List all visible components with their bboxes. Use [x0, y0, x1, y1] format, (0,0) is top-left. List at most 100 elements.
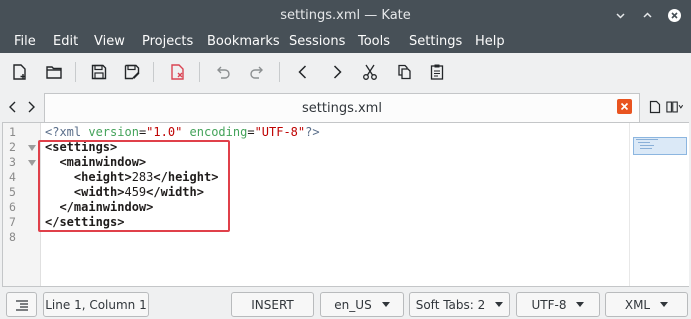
minimize-icon: [616, 13, 625, 19]
next-tab-button[interactable]: [23, 97, 39, 117]
editor-view[interactable]: 1 2 3 4 5 6 7 8 <?xml version = "1.0" enco…: [2, 122, 689, 287]
xml-text: 283: [131, 170, 154, 184]
menu-view[interactable]: View: [94, 34, 125, 49]
forward-button[interactable]: [326, 61, 348, 83]
redo-button[interactable]: [246, 61, 268, 83]
undo-button[interactable]: [212, 61, 234, 83]
dictionary-select[interactable]: en_US: [320, 292, 404, 317]
xml-tag: <width>: [73, 185, 125, 199]
code-line-2: <settings>: [45, 140, 117, 155]
code-line-3: <mainwindow>: [45, 155, 146, 170]
new-document-button[interactable]: [9, 61, 31, 83]
menu-bar: File Edit View Projects Bookmarks Sessio…: [0, 31, 691, 53]
redo-icon: [250, 66, 263, 79]
menu-settings[interactable]: Settings: [409, 34, 462, 49]
back-icon: [298, 65, 307, 79]
sidebar-toggle-button[interactable]: [6, 292, 37, 317]
chevron-down-icon: [660, 302, 669, 307]
new-document-icon: [13, 64, 26, 80]
sidebar-toggle-icon: [15, 299, 28, 311]
dictionary-value: en_US: [334, 297, 372, 312]
encoding-select[interactable]: UTF-8: [516, 292, 600, 317]
menu-help[interactable]: Help: [475, 34, 505, 49]
copy-button[interactable]: [393, 61, 415, 83]
xml-tag: <settings>: [45, 140, 118, 154]
xml-text: 459: [124, 185, 147, 199]
save-icon: [91, 64, 107, 80]
line-number: 1: [9, 125, 16, 139]
new-tab-button[interactable]: [646, 98, 664, 116]
xml-declaration-close: ?>: [305, 125, 320, 139]
save-as-button[interactable]: [121, 61, 143, 83]
menu-sessions[interactable]: Sessions: [289, 34, 345, 49]
attribute-name: version: [88, 125, 139, 139]
minimap-line: [638, 142, 650, 143]
maximize-button[interactable]: [641, 9, 654, 22]
close-document-button[interactable]: [167, 61, 189, 83]
xml-tag: </height>: [153, 170, 219, 184]
chevron-down-icon: [576, 302, 585, 307]
save-as-icon: [124, 64, 140, 80]
split-view-button[interactable]: [666, 98, 684, 116]
menu-projects[interactable]: Projects: [142, 34, 193, 49]
code-line-5: <width>459</width>: [45, 185, 204, 200]
paste-icon: [430, 64, 444, 80]
fold-marker-icon[interactable]: [28, 160, 36, 166]
status-bar: Line 1, Column 1 INSERT en_US Soft Tabs:…: [0, 289, 691, 319]
menu-edit[interactable]: Edit: [53, 34, 78, 49]
line-number: 2: [9, 140, 16, 154]
open-folder-button[interactable]: [43, 61, 65, 83]
line-number: 5: [9, 185, 16, 199]
indentation-select[interactable]: Soft Tabs: 2: [409, 292, 510, 317]
chevron-down-icon: [381, 302, 390, 307]
close-window-button[interactable]: [668, 9, 681, 22]
input-mode-button[interactable]: INSERT: [231, 292, 314, 317]
tab-label: settings.xml: [302, 101, 382, 116]
cut-icon: [363, 64, 377, 80]
previous-tab-button[interactable]: [5, 97, 21, 117]
menu-bookmarks[interactable]: Bookmarks: [207, 34, 280, 49]
xml-tag: </width>: [146, 185, 204, 199]
attribute-name: encoding: [189, 125, 248, 139]
syntax-mode-value: XML: [624, 297, 651, 312]
open-folder-icon: [46, 66, 62, 79]
attribute-equals: =: [247, 125, 255, 139]
line-number-gutter: 1 2 3 4 5 6 7 8: [3, 123, 41, 286]
minimap[interactable]: [629, 123, 689, 286]
syntax-mode-select[interactable]: XML: [605, 292, 688, 317]
undo-icon: [217, 66, 230, 79]
cursor-position-button[interactable]: Line 1, Column 1: [43, 292, 149, 317]
chevron-right-icon: [28, 101, 35, 113]
close-tab-button[interactable]: [617, 99, 632, 114]
copy-icon: [398, 64, 411, 80]
fold-marker-icon[interactable]: [28, 145, 36, 151]
split-view-icon: [666, 101, 684, 113]
close-icon: [671, 12, 678, 19]
minimize-button[interactable]: [614, 9, 627, 22]
line-number: 7: [9, 215, 16, 229]
attribute-value: "UTF-8": [254, 125, 306, 139]
main-toolbar: [0, 53, 691, 90]
line-number: 6: [9, 200, 16, 214]
window-title: settings.xml — Kate: [280, 8, 411, 23]
paste-button[interactable]: [426, 61, 448, 83]
menu-file[interactable]: File: [14, 34, 36, 49]
menu-tools[interactable]: Tools: [358, 34, 390, 49]
minimap-line: [640, 145, 654, 146]
save-button[interactable]: [88, 61, 110, 83]
code-area[interactable]: <?xml version="1.0" encoding="UTF-8"?> <…: [45, 123, 625, 286]
code-line-7: </settings>: [45, 215, 124, 230]
code-line-1: <?xml version="1.0" encoding="UTF-8"?>: [45, 125, 320, 140]
line-number: 4: [9, 170, 16, 184]
xml-tag: </settings>: [45, 215, 125, 229]
tab-bar: settings.xml: [0, 92, 691, 122]
tab-settings-xml[interactable]: settings.xml: [44, 93, 640, 122]
maximize-icon: [643, 12, 652, 18]
back-button[interactable]: [292, 61, 314, 83]
forward-icon: [333, 65, 342, 79]
minimap-line: [636, 139, 658, 140]
indentation-value: Soft Tabs: 2: [415, 297, 486, 312]
cut-button[interactable]: [359, 61, 381, 83]
